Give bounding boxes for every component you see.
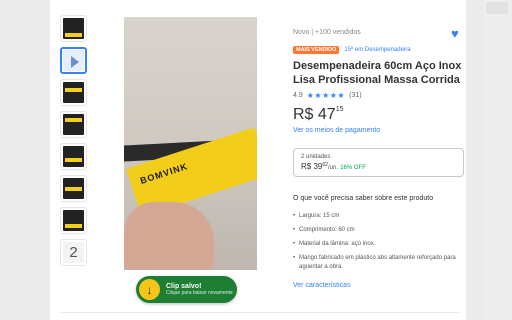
review-count: (31) bbox=[349, 92, 362, 99]
side-tab[interactable] bbox=[486, 2, 508, 14]
best-seller-badge: MAIS VENDIDO bbox=[293, 46, 340, 54]
payment-methods-link[interactable]: Ver os meios de pagamento bbox=[293, 127, 380, 134]
main-product-image[interactable]: BOMVINK bbox=[124, 17, 257, 270]
details-section-title: O que você precisa saber sobre este prod… bbox=[293, 195, 434, 202]
thumbnail-more[interactable]: 2 bbox=[60, 239, 87, 266]
bundle-currency: R$ bbox=[301, 162, 312, 171]
badge-row: MAIS VENDIDO 15º em Desempenadeira bbox=[293, 46, 411, 54]
bundle-units: 2 unidades bbox=[301, 154, 331, 160]
condition-sold: Novo | +100 vendidos bbox=[293, 29, 361, 36]
feature-item: Largura: 15 cm bbox=[293, 212, 458, 221]
divider bbox=[60, 312, 460, 313]
toast-text: Clip salvo! Clique para baixar novamente bbox=[166, 283, 233, 296]
clip-saved-toast[interactable]: ↓ Clip salvo! Clique para baixar novamen… bbox=[136, 276, 237, 303]
bundle-offer[interactable]: 2 unidades R$ 3962/un. 16% OFF bbox=[293, 148, 464, 177]
price: R$ 4715 bbox=[293, 106, 344, 124]
feature-item: Mango fabricado em plástico abs altament… bbox=[293, 254, 458, 272]
bundle-price: R$ 3962/un. 16% OFF bbox=[301, 162, 456, 171]
thumbnail-7[interactable] bbox=[60, 207, 87, 234]
thumbnail-6[interactable] bbox=[60, 175, 87, 202]
browser-side-panel bbox=[484, 0, 512, 320]
product-title: Desempenadeira 60cm Aço Inox Lisa Profis… bbox=[293, 60, 462, 86]
category-rank-link[interactable]: 15º em Desempenadeira bbox=[344, 47, 410, 53]
thumbnail-video[interactable] bbox=[60, 47, 87, 74]
download-arrow-icon: ↓ bbox=[139, 279, 160, 300]
rating-value: 4.9 bbox=[293, 92, 303, 99]
thumbnail-1[interactable] bbox=[60, 15, 87, 42]
feature-item: Material da lâmina: aço inox. bbox=[293, 240, 458, 249]
bundle-discount: 16% OFF bbox=[340, 165, 366, 171]
rating[interactable]: 4.9 ★★★★★ (31) bbox=[293, 91, 362, 100]
toast-subtitle: Clique para baixar novamente bbox=[166, 290, 233, 296]
thumbnail-5[interactable] bbox=[60, 143, 87, 170]
thumbnail-3[interactable] bbox=[60, 79, 87, 106]
feature-item: Comprimento: 60 cm bbox=[293, 226, 458, 235]
star-icons: ★★★★★ bbox=[306, 91, 346, 100]
thumbnail-4[interactable] bbox=[60, 111, 87, 138]
thumbnail-gallery: 2 bbox=[60, 15, 90, 271]
play-icon bbox=[71, 56, 79, 68]
characteristics-link[interactable]: Ver características bbox=[293, 282, 351, 289]
bundle-per-unit: /un. bbox=[327, 165, 338, 171]
price-cents: 15 bbox=[335, 106, 344, 113]
favorite-heart-icon[interactable]: ♥ bbox=[451, 27, 465, 41]
more-count: 2 bbox=[63, 242, 84, 263]
image-hand bbox=[124, 202, 214, 270]
price-currency: R$ bbox=[293, 106, 314, 123]
price-int: 47 bbox=[317, 106, 336, 123]
toast-title: Clip salvo! bbox=[166, 283, 202, 290]
feature-list: Largura: 15 cm Comprimento: 60 cm Materi… bbox=[293, 212, 458, 277]
brand-text: BOMVINK bbox=[138, 161, 190, 186]
